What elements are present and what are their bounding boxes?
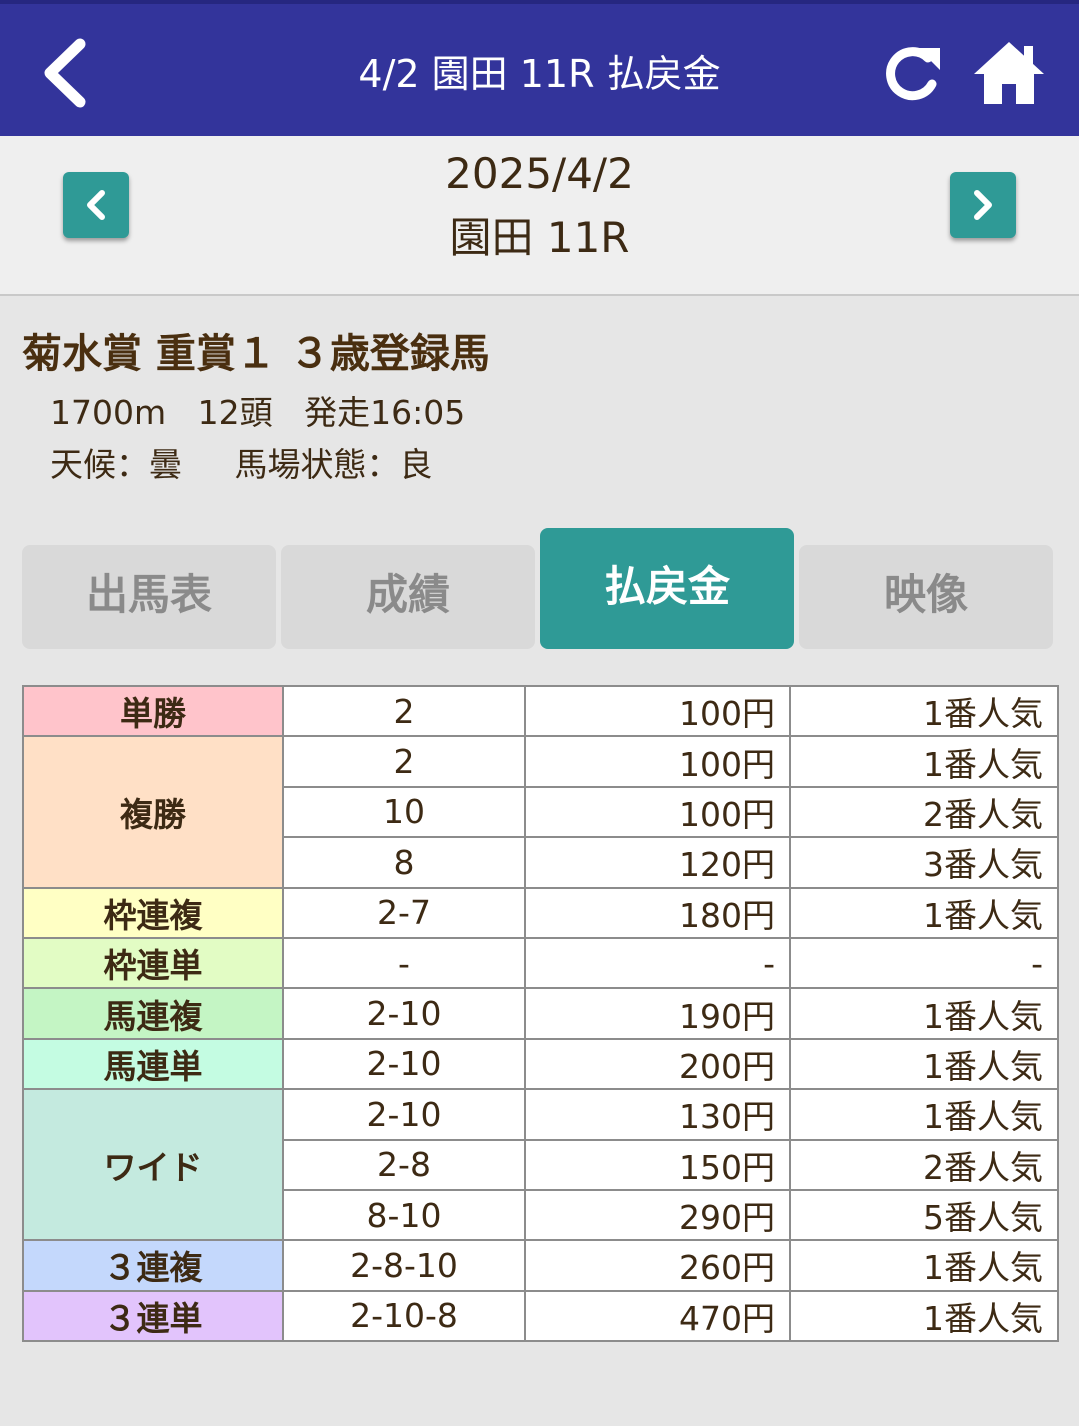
table-row: ３連複 2-8-10 260円 1番人気 [22, 1239, 1059, 1292]
popularity-cell: 1番人気 [789, 1239, 1059, 1292]
popularity-cell: 1番人気 [789, 684, 1059, 738]
race-distance: 1700m [50, 393, 167, 432]
payout-amount-cell: 200円 [524, 1037, 791, 1091]
bet-type-cell: 複勝 [22, 735, 284, 889]
race-track-condition: 馬場状態：良 [234, 445, 433, 484]
table-row: 馬連単 2-10 200円 1番人気 [22, 1037, 1059, 1091]
popularity-cell: 1番人気 [789, 886, 1059, 939]
table-row: 枠連単 - - - [22, 936, 1059, 990]
payout-amount-cell: 120円 [524, 836, 791, 889]
combination-cell: - [282, 936, 526, 990]
popularity-cell: 3番人気 [789, 836, 1059, 889]
payout-amount-cell: 100円 [524, 684, 791, 738]
combination-cell: 2-7 [282, 886, 526, 939]
payout-amount-cell: 180円 [524, 886, 791, 939]
race-horse-count: 12頭 [197, 393, 273, 432]
popularity-cell: 5番人気 [789, 1188, 1059, 1242]
payout-amount-cell: 260円 [524, 1239, 791, 1292]
payout-amount-cell: 470円 [524, 1289, 791, 1343]
bet-type-cell: ３連単 [22, 1289, 284, 1343]
payout-amount-cell: 100円 [524, 785, 791, 839]
combination-cell: 2 [282, 684, 526, 738]
payout-table: 単勝 2 100円 1番人気 複勝 2 100円 1番人気 10 100円 2番人気 8 120円 3番人… [22, 684, 1059, 1343]
popularity-cell: 1番人気 [789, 735, 1059, 788]
combination-cell: 8 [282, 836, 526, 889]
bet-type-cell: ３連複 [22, 1239, 284, 1292]
app-header: 4/2 園田 11R 払戻金 [0, 0, 1079, 136]
combination-cell: 10 [282, 785, 526, 839]
bet-type-cell: 馬連複 [22, 987, 284, 1040]
reload-icon[interactable] [882, 44, 944, 106]
combination-cell: 2-10 [282, 987, 526, 1040]
payout-amount-cell: - [524, 936, 791, 990]
combination-cell: 2-10 [282, 1037, 526, 1091]
race-info-line2: 天候：曇 馬場状態：良 [50, 444, 432, 486]
table-row: ３連単 2-10-8 470円 1番人気 [22, 1289, 1059, 1343]
race-start-time: 発走16:05 [304, 393, 466, 432]
bet-type-cell: 枠連単 [22, 936, 284, 990]
payout-amount-cell: 150円 [524, 1138, 791, 1191]
payout-amount-cell: 190円 [524, 987, 791, 1040]
payout-amount-cell: 130円 [524, 1088, 791, 1141]
table-row: 複勝 2 100円 1番人気 [22, 735, 1059, 889]
race-venue-number: 園田 11R [449, 213, 630, 262]
race-info-line1: 1700m 12頭 発走16:05 [50, 392, 465, 434]
bet-type-cell: 単勝 [22, 684, 284, 738]
chevron-right-icon [974, 190, 992, 220]
combination-cell: 2-10-8 [282, 1289, 526, 1343]
tab-video[interactable]: 映像 [799, 545, 1053, 649]
payout-amount-cell: 100円 [524, 735, 791, 788]
popularity-cell: 1番人気 [789, 1289, 1059, 1343]
race-weather: 天候：曇 [50, 445, 182, 484]
popularity-cell: 2番人気 [789, 1138, 1059, 1191]
table-row: ワイド 2-10 130円 1番人気 [22, 1088, 1059, 1242]
combination-cell: 2 [282, 735, 526, 788]
combination-cell: 8-10 [282, 1188, 526, 1242]
combination-cell: 2-8 [282, 1138, 526, 1191]
tab-results[interactable]: 成績 [281, 545, 535, 649]
popularity-cell: 1番人気 [789, 1088, 1059, 1141]
popularity-cell: 1番人気 [789, 987, 1059, 1040]
tab-payouts[interactable]: 払戻金 [540, 528, 794, 649]
table-row: 馬連複 2-10 190円 1番人気 [22, 987, 1059, 1040]
popularity-cell: 2番人気 [789, 785, 1059, 839]
next-race-button[interactable] [950, 172, 1016, 238]
bet-type-cell: ワイド [22, 1088, 284, 1242]
table-row: 単勝 2 100円 1番人気 [22, 684, 1059, 738]
combination-cell: 2-10 [282, 1088, 526, 1141]
table-row: 枠連複 2-7 180円 1番人気 [22, 886, 1059, 939]
race-name: 菊水賞 重賞１ ３歳登録馬 [22, 331, 490, 377]
payout-amount-cell: 290円 [524, 1188, 791, 1242]
race-date: 2025/4/2 [445, 149, 634, 198]
date-navigation: 2025/4/2 園田 11R [0, 136, 1079, 296]
popularity-cell: 1番人気 [789, 1037, 1059, 1091]
popularity-cell: - [789, 936, 1059, 990]
bet-type-cell: 枠連複 [22, 886, 284, 939]
tab-entries[interactable]: 出馬表 [22, 545, 276, 649]
combination-cell: 2-8-10 [282, 1239, 526, 1292]
home-icon[interactable] [972, 40, 1046, 106]
bet-type-cell: 馬連単 [22, 1037, 284, 1091]
